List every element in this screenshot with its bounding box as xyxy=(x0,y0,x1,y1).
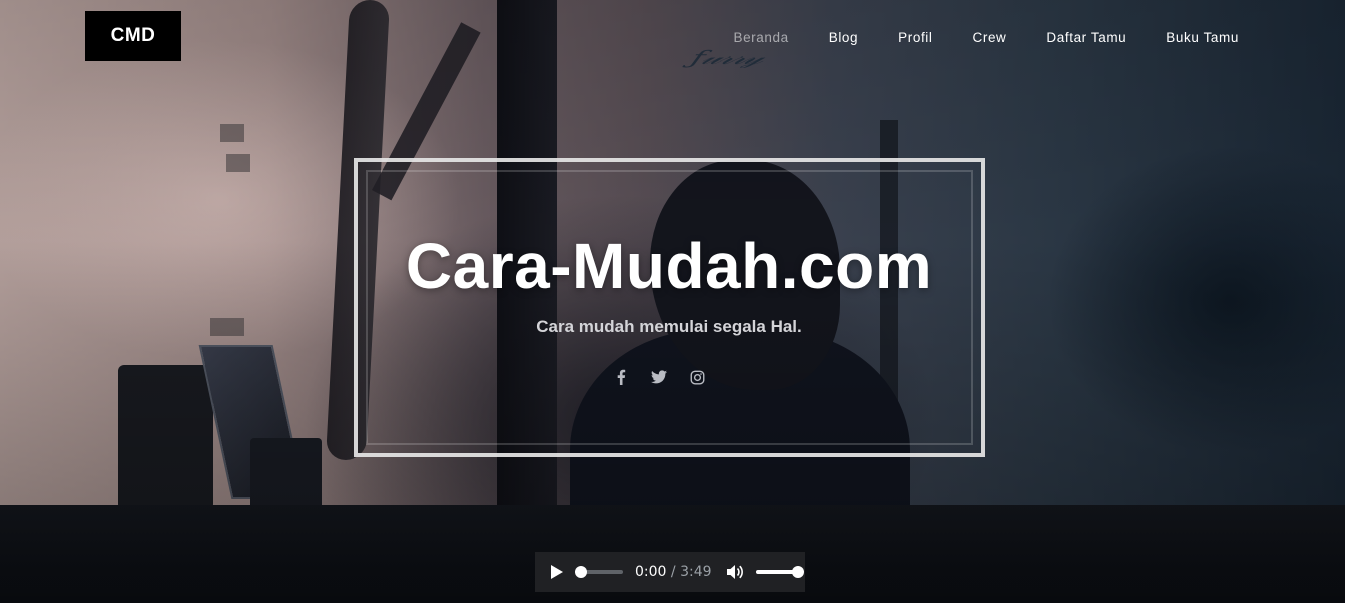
audio-progress-knob[interactable] xyxy=(575,566,587,578)
hero-tagline: Cara mudah memulai segala Hal. xyxy=(536,317,802,336)
play-icon xyxy=(551,565,563,579)
volume-knob[interactable] xyxy=(791,566,804,578)
social-links xyxy=(612,368,706,386)
hero-title-frame xyxy=(354,158,985,457)
audio-current-time: 0:00 xyxy=(635,564,667,580)
hero-title-frame-inner xyxy=(366,170,973,445)
volume-icon xyxy=(726,565,743,579)
main-navigation: Beranda Blog Profil Crew Daftar Tamu Buk… xyxy=(693,28,1239,48)
audio-progress-slider[interactable] xyxy=(575,566,623,578)
site-logo[interactable]: CMD xyxy=(85,11,181,61)
nav-item-blog[interactable]: Blog xyxy=(829,28,858,48)
audio-time-separator: / xyxy=(666,564,681,580)
background-signature-graphic: ƒ𝓊𝓇𝓇𝓎 xyxy=(687,47,767,69)
facebook-icon[interactable] xyxy=(612,368,630,386)
mute-button[interactable] xyxy=(722,552,748,592)
nav-item-daftar-tamu[interactable]: Daftar Tamu xyxy=(1046,28,1126,48)
audio-duration: 3:49 xyxy=(680,564,712,580)
audio-time-display: 0:00 / 3:49 xyxy=(635,564,712,580)
instagram-icon[interactable] xyxy=(688,368,706,386)
audio-player: 0:00 / 3:49 xyxy=(535,552,805,592)
site-logo-text: CMD xyxy=(110,25,156,46)
nav-item-profil[interactable]: Profil xyxy=(898,28,932,48)
hero-section: CMD ƒ𝓊𝓇𝓇𝓎 Beranda Blog Profil Crew Dafta… xyxy=(0,0,1345,603)
hero-title: Cara-Mudah.com xyxy=(405,230,933,302)
nav-item-buku-tamu[interactable]: Buku Tamu xyxy=(1166,28,1239,48)
nav-item-beranda[interactable]: Beranda xyxy=(733,28,788,48)
play-button[interactable] xyxy=(537,552,577,592)
volume-slider[interactable] xyxy=(755,566,804,578)
twitter-icon[interactable] xyxy=(650,368,668,386)
nav-item-crew[interactable]: Crew xyxy=(973,28,1007,48)
